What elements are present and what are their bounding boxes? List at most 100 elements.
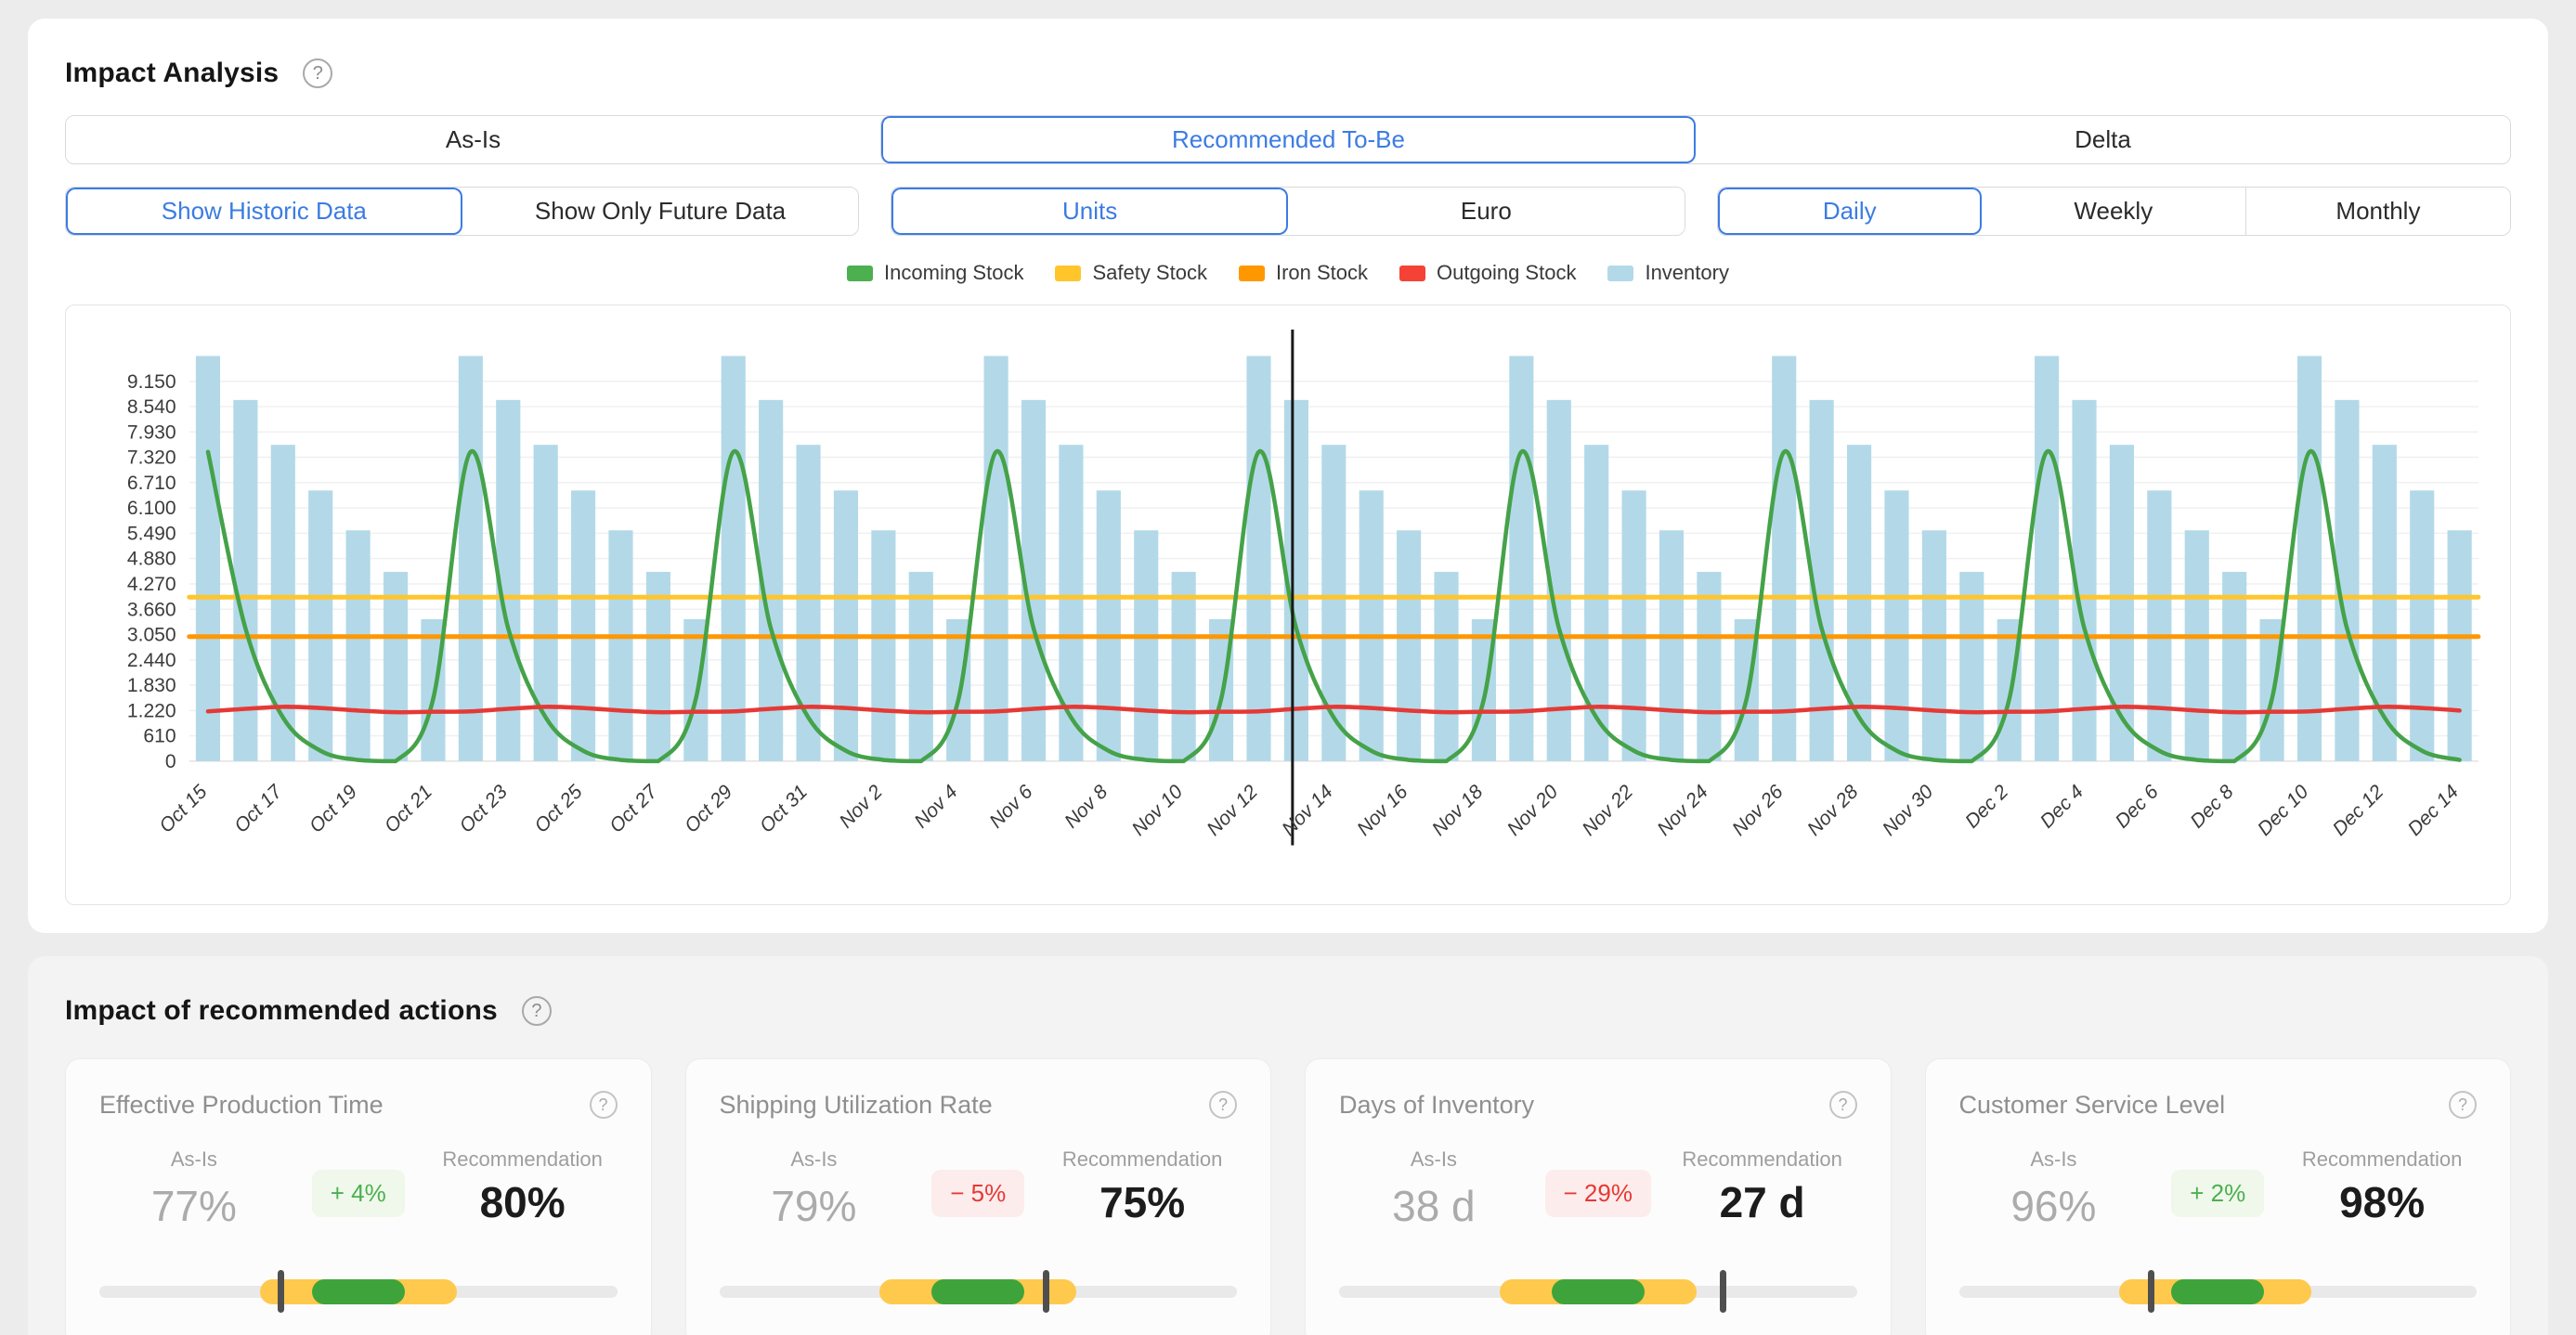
toggle-monthly[interactable]: Monthly [2245, 188, 2510, 235]
inventory-bar [2147, 490, 2171, 761]
outgoing-stock-swatch-icon [1399, 266, 1425, 281]
kpi-as-is-column: As-Is96% [1959, 1147, 2149, 1231]
inventory-bar [1397, 530, 1421, 761]
inventory-bar [2185, 530, 2209, 761]
inventory-bar [1134, 530, 1158, 761]
y-axis-tick-label: 610 [143, 726, 176, 747]
help-icon[interactable]: ? [1829, 1091, 1857, 1119]
toggle-show-historic-data[interactable]: Show Historic Data [66, 188, 462, 235]
toggle-daily[interactable]: Daily [1718, 188, 1982, 235]
inventory-bar [2222, 572, 2246, 761]
inventory-bar [646, 572, 670, 761]
inventory-bar [1959, 572, 1984, 761]
y-axis-tick-label: 6.100 [127, 498, 176, 519]
kpi-delta-wrap: + 4% [289, 1170, 428, 1217]
kpi-delta-wrap: + 2% [2148, 1170, 2287, 1217]
inventory-bar [834, 490, 858, 761]
inventory-bar [2297, 356, 2322, 760]
inventory-bar [1434, 572, 1458, 761]
toggle-weekly[interactable]: Weekly [1982, 188, 2245, 235]
legend-label: Outgoing Stock [1437, 261, 1576, 285]
inventory-bar [1772, 356, 1796, 760]
help-icon[interactable]: ? [590, 1091, 618, 1119]
inventory-bar [1884, 490, 1908, 761]
delta-badge: − 5% [931, 1170, 1024, 1217]
kpi-title: Effective Production Time [99, 1091, 384, 1120]
toggle-show-only-future-data[interactable]: Show Only Future Data [462, 188, 859, 235]
x-axis-tick-label: Oct 25 [530, 781, 586, 836]
toggle-euro[interactable]: Euro [1288, 188, 1685, 235]
chart-legend: Incoming StockSafety StockIron StockOutg… [28, 258, 2548, 288]
x-axis-tick-label: Dec 6 [2112, 781, 2163, 832]
y-axis-tick-label: 4.270 [127, 574, 176, 595]
x-axis-tick-label: Dec 2 [1961, 781, 2012, 832]
x-axis-tick-label: Oct 19 [306, 781, 361, 836]
tab-delta[interactable]: Delta [1696, 116, 2510, 163]
kpi-marker [1720, 1270, 1726, 1313]
inventory-bar [2410, 490, 2434, 761]
inventory-bar [1360, 490, 1384, 761]
legend-item-inventory: Inventory [1607, 261, 1729, 285]
granularity-toggle-group: DailyWeeklyMonthly [1717, 187, 2511, 236]
inventory-bar [722, 356, 746, 760]
as-is-label: As-Is [720, 1147, 909, 1172]
toggle-units[interactable]: Units [891, 188, 1288, 235]
kpi-card-shipping-utilization-rate: Shipping Utilization Rate?As-Is79%− 5%Re… [685, 1058, 1272, 1335]
kpi-recommendation-column: Recommendation 75% [1047, 1147, 1237, 1227]
help-icon[interactable]: ? [2449, 1091, 2477, 1119]
help-icon[interactable]: ? [522, 996, 552, 1026]
legend-item-outgoing-stock: Outgoing Stock [1399, 261, 1576, 285]
help-icon[interactable]: ? [303, 58, 332, 88]
x-axis-tick-label: Dec 14 [2404, 781, 2464, 840]
kpi-as-is-column: As-Is77% [99, 1147, 289, 1231]
impact-analysis-card: Impact Analysis ? As-IsRecommended To-Be… [28, 19, 2548, 933]
x-axis-tick-label: Nov 30 [1879, 781, 1938, 840]
iron-stock-swatch-icon [1239, 266, 1265, 281]
help-icon[interactable]: ? [1209, 1091, 1237, 1119]
kpi-title: Shipping Utilization Rate [720, 1091, 993, 1120]
y-axis-tick-label: 1.830 [127, 675, 176, 696]
inventory-bar [1622, 490, 1646, 761]
page-title: Impact Analysis [65, 58, 279, 89]
y-axis-tick-label: 2.440 [127, 650, 176, 671]
tab-recommended-to-be[interactable]: Recommended To-Be [880, 116, 1696, 163]
legend-item-iron-stock: Iron Stock [1239, 261, 1368, 285]
recommendation-value: 75% [1047, 1177, 1237, 1227]
x-axis-tick-label: Oct 23 [456, 781, 512, 836]
recommendation-label: Recommendation [1668, 1147, 1857, 1172]
inventory-bar [984, 356, 1008, 760]
x-axis-tick-label: Dec 10 [2254, 781, 2313, 840]
x-axis-tick-label: Dec 4 [2036, 781, 2088, 832]
stock-chart-box: 06101.2201.8302.4403.0503.6604.2704.8805… [65, 305, 2511, 905]
kpi-recommendation-column: Recommendation80% [428, 1147, 618, 1227]
y-axis-tick-label: 9.150 [127, 371, 176, 393]
inventory-bar [571, 490, 595, 761]
kpi-values-row: As-Is96%+ 2%Recommendation98% [1959, 1147, 2478, 1231]
x-axis-tick-label: Nov 4 [910, 781, 961, 832]
safety-stock-swatch-icon [1055, 266, 1081, 281]
kpi-marker [1043, 1270, 1049, 1313]
recommendation-label: Recommendation [1047, 1147, 1237, 1172]
stock-chart: 06101.2201.8302.4403.0503.6604.2704.8805… [77, 322, 2499, 899]
delta-badge: + 4% [312, 1170, 405, 1217]
kpi-card-header: Days of Inventory? [1339, 1091, 1857, 1120]
x-axis-tick-label: Oct 29 [681, 781, 736, 836]
y-axis-tick-label: 0 [165, 751, 176, 772]
x-axis-tick-label: Nov 26 [1728, 781, 1788, 840]
legend-item-incoming-stock: Incoming Stock [847, 261, 1023, 285]
kpi-recommendation-column: Recommendation27 d [1668, 1147, 1857, 1227]
x-axis-tick-label: Nov 18 [1428, 781, 1488, 840]
y-axis-tick-label: 8.540 [127, 396, 176, 418]
x-axis-tick-label: Nov 6 [985, 781, 1036, 832]
as-is-label: As-Is [1959, 1147, 2149, 1172]
x-axis-tick-label: Oct 15 [155, 781, 211, 836]
x-axis-tick-label: Nov 24 [1653, 781, 1712, 840]
x-axis-tick-label: Dec 12 [2329, 781, 2388, 840]
y-axis-tick-label: 7.320 [127, 447, 176, 469]
legend-label: Incoming Stock [884, 261, 1023, 285]
unit-toggle-group: UnitsEuro [891, 187, 1685, 236]
tab-as-is[interactable]: As-Is [66, 116, 880, 163]
inventory-bar [196, 356, 220, 760]
x-axis-tick-label: Oct 27 [605, 780, 662, 836]
inventory-bar [608, 530, 632, 761]
